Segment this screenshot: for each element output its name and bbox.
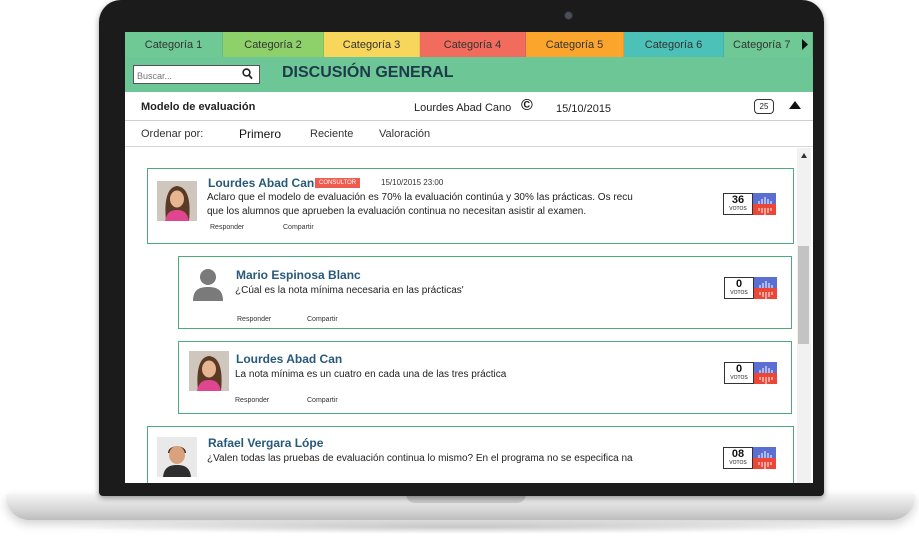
topic-date: 15/10/2015: [556, 103, 612, 115]
share-button[interactable]: Compartir: [283, 224, 314, 231]
tab-categoria-2[interactable]: Categoría 2: [223, 32, 324, 57]
scrollbar-thumb[interactable]: [798, 246, 809, 344]
comment-text: ¿Valen todas las pruebas de evaluación c…: [207, 453, 633, 464]
sort-label: Ordenar por:: [141, 128, 204, 140]
tab-scroll-right-icon[interactable]: [801, 39, 809, 50]
vote-number: 08: [731, 448, 745, 460]
downvote-button[interactable]: [753, 204, 776, 215]
downvote-icon: [758, 462, 772, 469]
search-icon[interactable]: [242, 68, 253, 80]
vote-widget: 0 VOTOS: [724, 362, 778, 386]
tab-categoria-7[interactable]: Categoría 7: [724, 32, 813, 57]
upvote-button[interactable]: [753, 193, 776, 204]
vote-number: 0: [735, 278, 743, 290]
comment-text: La nota mínima es un cuatro en cada una …: [235, 369, 507, 380]
vote-number: 36: [731, 194, 745, 206]
vote-label: VOTOS: [729, 460, 747, 466]
vote-count: 0 VOTOS: [724, 277, 754, 299]
comment-card: Lourdes Abad Can CONSULTOR 15/10/2015 23…: [147, 168, 794, 244]
sort-option-primero[interactable]: Primero: [239, 127, 281, 141]
vote-count: 36 VOTOS: [723, 193, 753, 215]
topic-title: Modelo de evaluación: [141, 101, 256, 113]
comment-text: ¿Cúal es la nota mínima necesaria en las…: [235, 285, 464, 296]
reply-button[interactable]: Responder: [210, 224, 244, 231]
avatar: [193, 269, 223, 301]
topic-bar: Modelo de evaluación Lourdes Abad Cano ©…: [125, 96, 813, 121]
comment-card: Lourdes Abad Can La nota mínima es un cu…: [178, 341, 792, 414]
downvote-button[interactable]: [753, 458, 776, 469]
share-button[interactable]: Compartir: [307, 316, 338, 323]
comment-author[interactable]: Lourdes Abad Can: [236, 352, 342, 366]
tab-categoria-4[interactable]: Categoría 4: [420, 32, 526, 57]
topic-author: Lourdes Abad Cano: [414, 102, 512, 114]
sort-bar: Ordenar por: Primero Reciente Valoración: [125, 122, 813, 147]
copyright-icon: ©: [521, 97, 533, 114]
screen: Categoría 1 Categoría 2 Categoría 3 Cate…: [125, 32, 813, 483]
category-tabs: Categoría 1 Categoría 2 Categoría 3 Cate…: [125, 32, 813, 57]
downvote-icon: [759, 377, 773, 384]
comment-author[interactable]: Mario Espinosa Blanc: [236, 268, 361, 282]
tab-categoria-6[interactable]: Categoría 6: [624, 32, 724, 57]
comment-card: Rafael Vergara Lópe ¿Valen todas las pru…: [147, 426, 794, 483]
vote-widget: 0 VOTOS: [724, 277, 778, 301]
tab-categoria-1[interactable]: Categoría 1: [125, 32, 223, 57]
collapse-caret-icon[interactable]: [789, 100, 801, 110]
tab-categoria-3[interactable]: Categoría 3: [324, 32, 420, 57]
vote-widget: 36 VOTOS: [723, 193, 777, 217]
comment-text: que los alumnos que aprueben la evaluaci…: [207, 206, 587, 217]
vote-label: VOTOS: [730, 290, 748, 296]
camera-icon: [565, 12, 572, 19]
upvote-button[interactable]: [754, 362, 777, 373]
consultant-badge: CONSULTOR: [315, 178, 361, 188]
laptop-base: [6, 494, 915, 520]
avatar: [189, 351, 229, 391]
downvote-icon: [759, 292, 773, 299]
tab-categoria-5[interactable]: Categoría 5: [526, 32, 624, 57]
laptop-shadow: [60, 520, 860, 534]
downvote-button[interactable]: [754, 373, 777, 384]
avatar: [157, 437, 197, 477]
downvote-button[interactable]: [754, 288, 777, 299]
sort-option-reciente[interactable]: Reciente: [310, 128, 353, 140]
vote-count: 0 VOTOS: [724, 362, 754, 384]
page-title: DISCUSIÓN GENERAL: [282, 64, 454, 81]
comment-card: Mario Espinosa Blanc ¿Cúal es la nota mí…: [178, 256, 792, 329]
vote-widget: 08 VOTOS: [723, 447, 777, 471]
share-button[interactable]: Compartir: [307, 397, 338, 404]
comment-author[interactable]: Rafael Vergara Lópe: [208, 436, 323, 450]
reply-button[interactable]: Responder: [235, 397, 269, 404]
vote-number: 0: [735, 363, 743, 375]
search-input[interactable]: [134, 68, 237, 84]
comment-timestamp: 15/10/2015 23:00: [381, 178, 444, 187]
vote-count: 08 VOTOS: [723, 447, 753, 469]
avatar: [157, 181, 197, 221]
reply-button[interactable]: Responder: [237, 316, 271, 323]
upvote-button[interactable]: [754, 277, 777, 288]
downvote-icon: [758, 208, 772, 215]
search-box[interactable]: [133, 65, 260, 84]
vote-label: VOTOS: [730, 375, 748, 381]
comment-text: Aclaro que el modelo de evaluación es 70…: [207, 192, 633, 203]
vote-label: VOTOS: [729, 206, 747, 212]
sort-option-valoracion[interactable]: Valoración: [379, 128, 430, 140]
comment-count-badge[interactable]: 25: [754, 99, 774, 114]
header-bar: DISCUSIÓN GENERAL: [125, 57, 813, 92]
scroll-up-arrow-icon[interactable]: [801, 153, 807, 158]
comment-author[interactable]: Lourdes Abad Can: [208, 176, 314, 190]
upvote-button[interactable]: [753, 447, 776, 458]
